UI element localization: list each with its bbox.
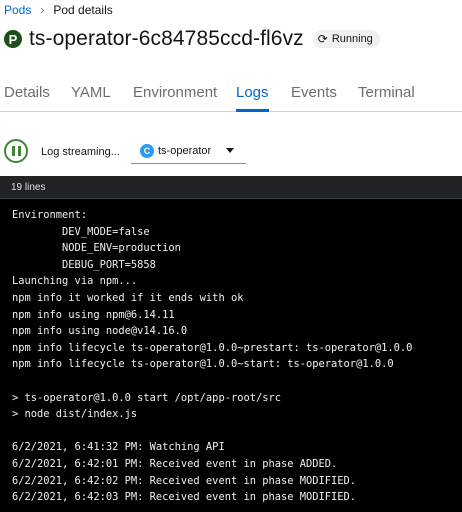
caret-down-icon (226, 148, 234, 153)
log-line (12, 373, 412, 390)
log-line: > node dist/index.js (12, 408, 138, 421)
log-line: 6/2/2021, 6:41:32 PM: Watching API (12, 441, 225, 454)
container-select-dropdown[interactable]: C ts-operator (131, 138, 246, 164)
log-line: 6/2/2021, 6:42:01 PM: Received event in … (12, 457, 338, 470)
chevron-right-icon: › (40, 3, 45, 17)
log-line: npm info using npm@6.14.11 (12, 308, 175, 321)
sync-icon: ⟳ (317, 32, 328, 46)
log-streaming-label: Log streaming... (41, 146, 120, 158)
log-line: npm info lifecycle ts-operator@1.0.0~pre… (12, 341, 413, 354)
log-line: Environment: (12, 209, 88, 221)
tab-events[interactable]: Events (291, 84, 337, 101)
tab-logs[interactable]: Logs (236, 84, 269, 101)
tab-bar: Details YAML Environment Logs Events Ter… (0, 76, 462, 112)
log-line: npm info it worked if it ends with ok (12, 291, 244, 304)
log-line: Launching via npm... (12, 275, 138, 288)
breadcrumb: Pods › Pod details (4, 3, 113, 17)
tab-terminal[interactable]: Terminal (358, 84, 415, 101)
log-line: npm info using node@v14.16.0 (12, 325, 188, 338)
tab-details[interactable]: Details (4, 84, 50, 101)
pod-name-heading: ts-operator-6c84785ccd-fl6vz (29, 27, 304, 50)
container-name: ts-operator (158, 144, 212, 157)
active-tab-indicator (236, 109, 269, 112)
status-badge: ⟳ Running (312, 30, 380, 48)
log-line: 6/2/2021, 6:42:03 PM: Received event in … (12, 491, 357, 504)
pod-resource-badge: P (4, 30, 22, 48)
container-badge: C (140, 143, 154, 158)
log-lines: Environment: DEV_MODE=false NODE_ENV=pro… (12, 207, 412, 506)
log-window[interactable]: Environment: DEV_MODE=false NODE_ENV=pro… (0, 199, 462, 512)
log-window-header: 19 lines (0, 176, 462, 199)
pause-icon (11, 146, 15, 156)
tab-environment[interactable]: Environment (133, 84, 217, 101)
breadcrumb-current: Pod details (53, 3, 113, 17)
log-line (12, 423, 412, 440)
log-line: npm info lifecycle ts-operator@1.0.0~sta… (12, 358, 394, 371)
log-line: DEV_MODE=false (12, 225, 150, 238)
log-line: DEBUG_PORT=5858 (12, 258, 156, 271)
status-text: Running (331, 33, 373, 45)
pause-icon-bar (17, 146, 21, 156)
log-line: 6/2/2021, 6:42:02 PM: Received event in … (12, 474, 357, 487)
log-line: > ts-operator@1.0.0 start /opt/app-root/… (12, 391, 281, 404)
breadcrumb-pods-link[interactable]: Pods (4, 3, 31, 17)
tab-yaml[interactable]: YAML (71, 84, 111, 101)
page-title: P ts-operator-6c84785ccd-fl6vz ⟳ Running (4, 27, 380, 51)
pause-streaming-button[interactable] (4, 139, 28, 163)
log-toolbar: Log streaming... C ts-operator (0, 137, 462, 167)
log-line: NODE_ENV=production (12, 242, 181, 255)
log-line-count: 19 lines (11, 182, 46, 193)
